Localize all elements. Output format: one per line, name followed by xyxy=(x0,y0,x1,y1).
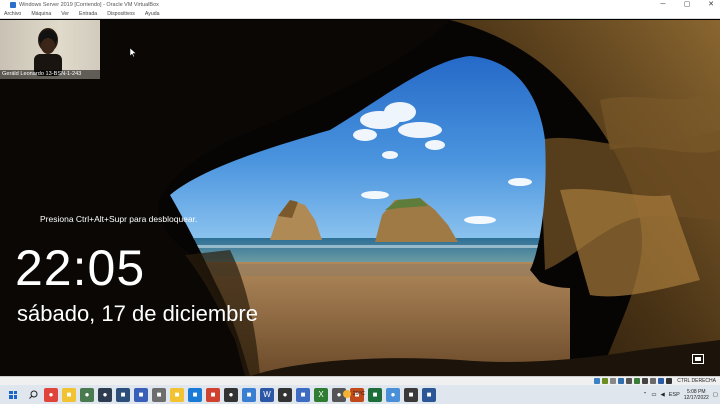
menu-dispositivos[interactable]: Dispositivos xyxy=(107,11,135,17)
usb-icon[interactable] xyxy=(626,378,633,384)
app-icon[interactable]: ■ xyxy=(368,387,382,402)
app-icon[interactable]: ■ xyxy=(116,387,130,402)
menu-ayuda[interactable]: Ayuda xyxy=(145,11,160,17)
app-icon[interactable]: ● xyxy=(386,387,400,402)
webcam-person xyxy=(34,28,62,76)
recording-icon[interactable] xyxy=(650,378,657,384)
chrome-icon[interactable]: ● xyxy=(44,387,58,402)
search-button[interactable] xyxy=(26,388,40,402)
volume-icon[interactable]: ◀ xyxy=(661,392,665,398)
weather-widget[interactable]: 29°C xyxy=(342,390,365,398)
webcam-name-label: Geráld Leonardo 13-BSN-1-243 xyxy=(0,70,100,79)
mouse-cursor-icon xyxy=(130,48,136,57)
display-icon[interactable] xyxy=(642,378,649,384)
app-icon[interactable]: ■ xyxy=(242,387,256,402)
app-icon[interactable]: ■ xyxy=(422,387,436,402)
taskbar-time: 5:08 PM xyxy=(686,388,706,395)
lock-screen-time: 22:05 xyxy=(15,240,146,296)
network-tray-icon[interactable]: ▭ xyxy=(651,392,656,398)
app-icon[interactable]: ■ xyxy=(404,387,418,402)
search-icon xyxy=(28,390,37,399)
mouse-integration-icon[interactable] xyxy=(666,378,673,384)
notification-icon[interactable]: ▢ xyxy=(713,392,718,398)
lock-screen[interactable]: Presiona Ctrl+Alt+Supr para desbloquear.… xyxy=(0,20,720,376)
close-button[interactable]: ✕ xyxy=(706,0,716,10)
hard-disk-icon[interactable] xyxy=(594,378,601,384)
taskbar-clock[interactable]: 5:08 PM 12/17/2022 xyxy=(684,389,709,401)
chevron-up-icon[interactable]: ⌃ xyxy=(643,392,648,398)
app-icon[interactable]: W xyxy=(260,387,274,402)
window-controls: ─ ▢ ✕ xyxy=(658,0,716,10)
maximize-button[interactable]: ▢ xyxy=(682,0,692,10)
webcam-overlay: Geráld Leonardo 13-BSN-1-243 xyxy=(0,20,100,79)
window-titlebar: Windows Server 2019 [Corriendo] - Oracle… xyxy=(0,0,720,10)
unlock-hint: Presiona Ctrl+Alt+Supr para desbloquear. xyxy=(40,214,198,224)
app-icon[interactable]: ■ xyxy=(170,387,184,402)
minimize-button[interactable]: ─ xyxy=(658,0,668,10)
weather-sun-icon xyxy=(342,390,351,398)
shared-folder-icon[interactable] xyxy=(634,378,641,384)
menu-maquina[interactable]: Máquina xyxy=(31,11,51,17)
window-title: Windows Server 2019 [Corriendo] - Oracle… xyxy=(19,2,159,8)
audio-icon[interactable] xyxy=(610,378,617,384)
app-icon[interactable]: ● xyxy=(80,387,94,402)
app-icon[interactable]: ■ xyxy=(188,387,202,402)
taskbar-apps: ● ■ ● ● ■ ■ ■ ■ ■ ■ ● ■ W ● ■ X ● ■ ■ ● ■ ■ xyxy=(40,387,436,402)
weather-temperature: 29°C xyxy=(352,391,365,397)
steam-icon[interactable]: ● xyxy=(98,387,112,402)
accessibility-icon[interactable] xyxy=(692,354,704,364)
folder-icon[interactable]: ■ xyxy=(62,387,76,402)
virtualbox-icon xyxy=(10,2,16,8)
app-icon[interactable]: X xyxy=(314,387,328,402)
lock-screen-date: sábado, 17 de diciembre xyxy=(17,301,258,326)
app-icon[interactable]: ■ xyxy=(296,387,310,402)
app-icon[interactable]: ● xyxy=(224,387,238,402)
network-icon[interactable] xyxy=(618,378,625,384)
app-icon[interactable]: ■ xyxy=(206,387,220,402)
optical-drive-icon[interactable] xyxy=(602,378,609,384)
menu-archivo[interactable]: Archivo xyxy=(4,11,21,17)
vm-status-bar: CTRL DERECHA xyxy=(0,376,720,385)
menu-entrada[interactable]: Entrada xyxy=(79,11,97,17)
taskbar-date: 12/17/2022 xyxy=(683,394,709,401)
taskbar: ● ■ ● ● ■ ■ ■ ■ ■ ■ ● ■ W ● ■ X ● ■ ■ ● ■ ■ 29°C ⌃ ▭ ◀ ESP 5:… xyxy=(0,385,720,404)
language-indicator[interactable]: ESP xyxy=(669,392,680,398)
app-icon[interactable]: ■ xyxy=(134,387,148,402)
app-icon[interactable]: ● xyxy=(278,387,292,402)
menu-ver[interactable]: Ver xyxy=(61,11,69,17)
menu-bar: Archivo Máquina Ver Entrada Dispositivos… xyxy=(0,10,720,19)
start-button[interactable] xyxy=(6,388,20,402)
host-key-label: CTRL DERECHA xyxy=(677,378,716,384)
cpu-icon[interactable] xyxy=(658,378,665,384)
app-icon[interactable]: ■ xyxy=(152,387,166,402)
system-tray: 29°C ⌃ ▭ ◀ ESP 5:08 PM 12/17/2022 ▢ xyxy=(342,385,718,404)
